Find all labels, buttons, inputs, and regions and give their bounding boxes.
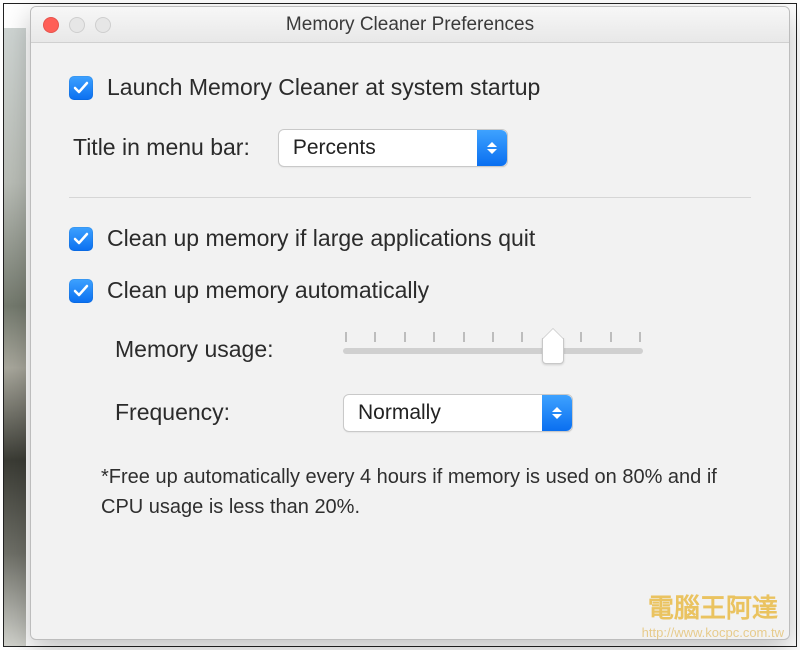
frequency-label: Frequency: bbox=[115, 399, 315, 426]
minimize-icon[interactable] bbox=[69, 17, 85, 33]
title-in-menu-bar-label: Title in menu bar: bbox=[73, 134, 250, 161]
launch-at-startup-label: Launch Memory Cleaner at system startup bbox=[107, 73, 540, 103]
title-in-menu-bar-value: Percents bbox=[293, 136, 376, 160]
checkmark-icon bbox=[73, 80, 89, 96]
window-title: Memory Cleaner Preferences bbox=[286, 14, 534, 36]
frequency-value: Normally bbox=[358, 401, 441, 425]
desktop-wallpaper-strip bbox=[4, 28, 26, 646]
clean-on-quit-checkbox[interactable] bbox=[69, 227, 93, 251]
titlebar: Memory Cleaner Preferences bbox=[31, 7, 789, 43]
slider-tick bbox=[374, 332, 376, 342]
frequency-row: Frequency: Normally bbox=[115, 394, 751, 432]
preferences-window: Memory Cleaner Preferences Launch Memory… bbox=[30, 6, 790, 640]
slider-tick bbox=[345, 332, 347, 342]
content-area: Launch Memory Cleaner at system startup … bbox=[31, 43, 789, 542]
slider-tick bbox=[492, 332, 494, 342]
slider-tick bbox=[433, 332, 435, 342]
traffic-lights bbox=[43, 17, 111, 33]
clean-on-quit-label: Clean up memory if large applications qu… bbox=[107, 224, 535, 254]
checkmark-icon bbox=[73, 231, 89, 247]
clean-auto-checkbox[interactable] bbox=[69, 279, 93, 303]
section-divider bbox=[69, 197, 751, 198]
memory-usage-label: Memory usage: bbox=[115, 336, 315, 363]
slider-thumb[interactable] bbox=[542, 338, 564, 364]
slider-tick bbox=[521, 332, 523, 342]
select-stepper-icon bbox=[477, 130, 507, 166]
memory-usage-slider[interactable] bbox=[343, 332, 643, 368]
source-watermark: 電腦王阿達 http://www.kocpc.com.tw bbox=[642, 588, 784, 640]
slider-ticks bbox=[343, 332, 643, 344]
watermark-text: 電腦王阿達 bbox=[642, 588, 784, 625]
slider-tick bbox=[639, 332, 641, 342]
slider-tick bbox=[580, 332, 582, 342]
title-in-menu-bar-select[interactable]: Percents bbox=[278, 129, 508, 167]
launch-at-startup-row: Launch Memory Cleaner at system startup bbox=[69, 73, 751, 103]
slider-tick bbox=[404, 332, 406, 342]
close-icon[interactable] bbox=[43, 17, 59, 33]
clean-on-quit-row: Clean up memory if large applications qu… bbox=[69, 224, 751, 254]
zoom-icon[interactable] bbox=[95, 17, 111, 33]
clean-auto-label: Clean up memory automatically bbox=[107, 276, 429, 306]
checkmark-icon bbox=[73, 283, 89, 299]
auto-clean-subgroup: Memory usage: Frequency: Normally bbox=[115, 332, 751, 432]
frequency-select[interactable]: Normally bbox=[343, 394, 573, 432]
select-stepper-icon bbox=[542, 395, 572, 431]
memory-usage-row: Memory usage: bbox=[115, 332, 751, 368]
title-in-menu-bar-row: Title in menu bar: Percents bbox=[73, 129, 751, 167]
slider-tick bbox=[463, 332, 465, 342]
clean-auto-row: Clean up memory automatically bbox=[69, 276, 751, 306]
slider-tick bbox=[610, 332, 612, 342]
launch-at-startup-checkbox[interactable] bbox=[69, 76, 93, 100]
auto-clean-note: *Free up automatically every 4 hours if … bbox=[101, 462, 745, 522]
watermark-url: http://www.kocpc.com.tw bbox=[642, 625, 784, 640]
slider-track bbox=[343, 348, 643, 354]
